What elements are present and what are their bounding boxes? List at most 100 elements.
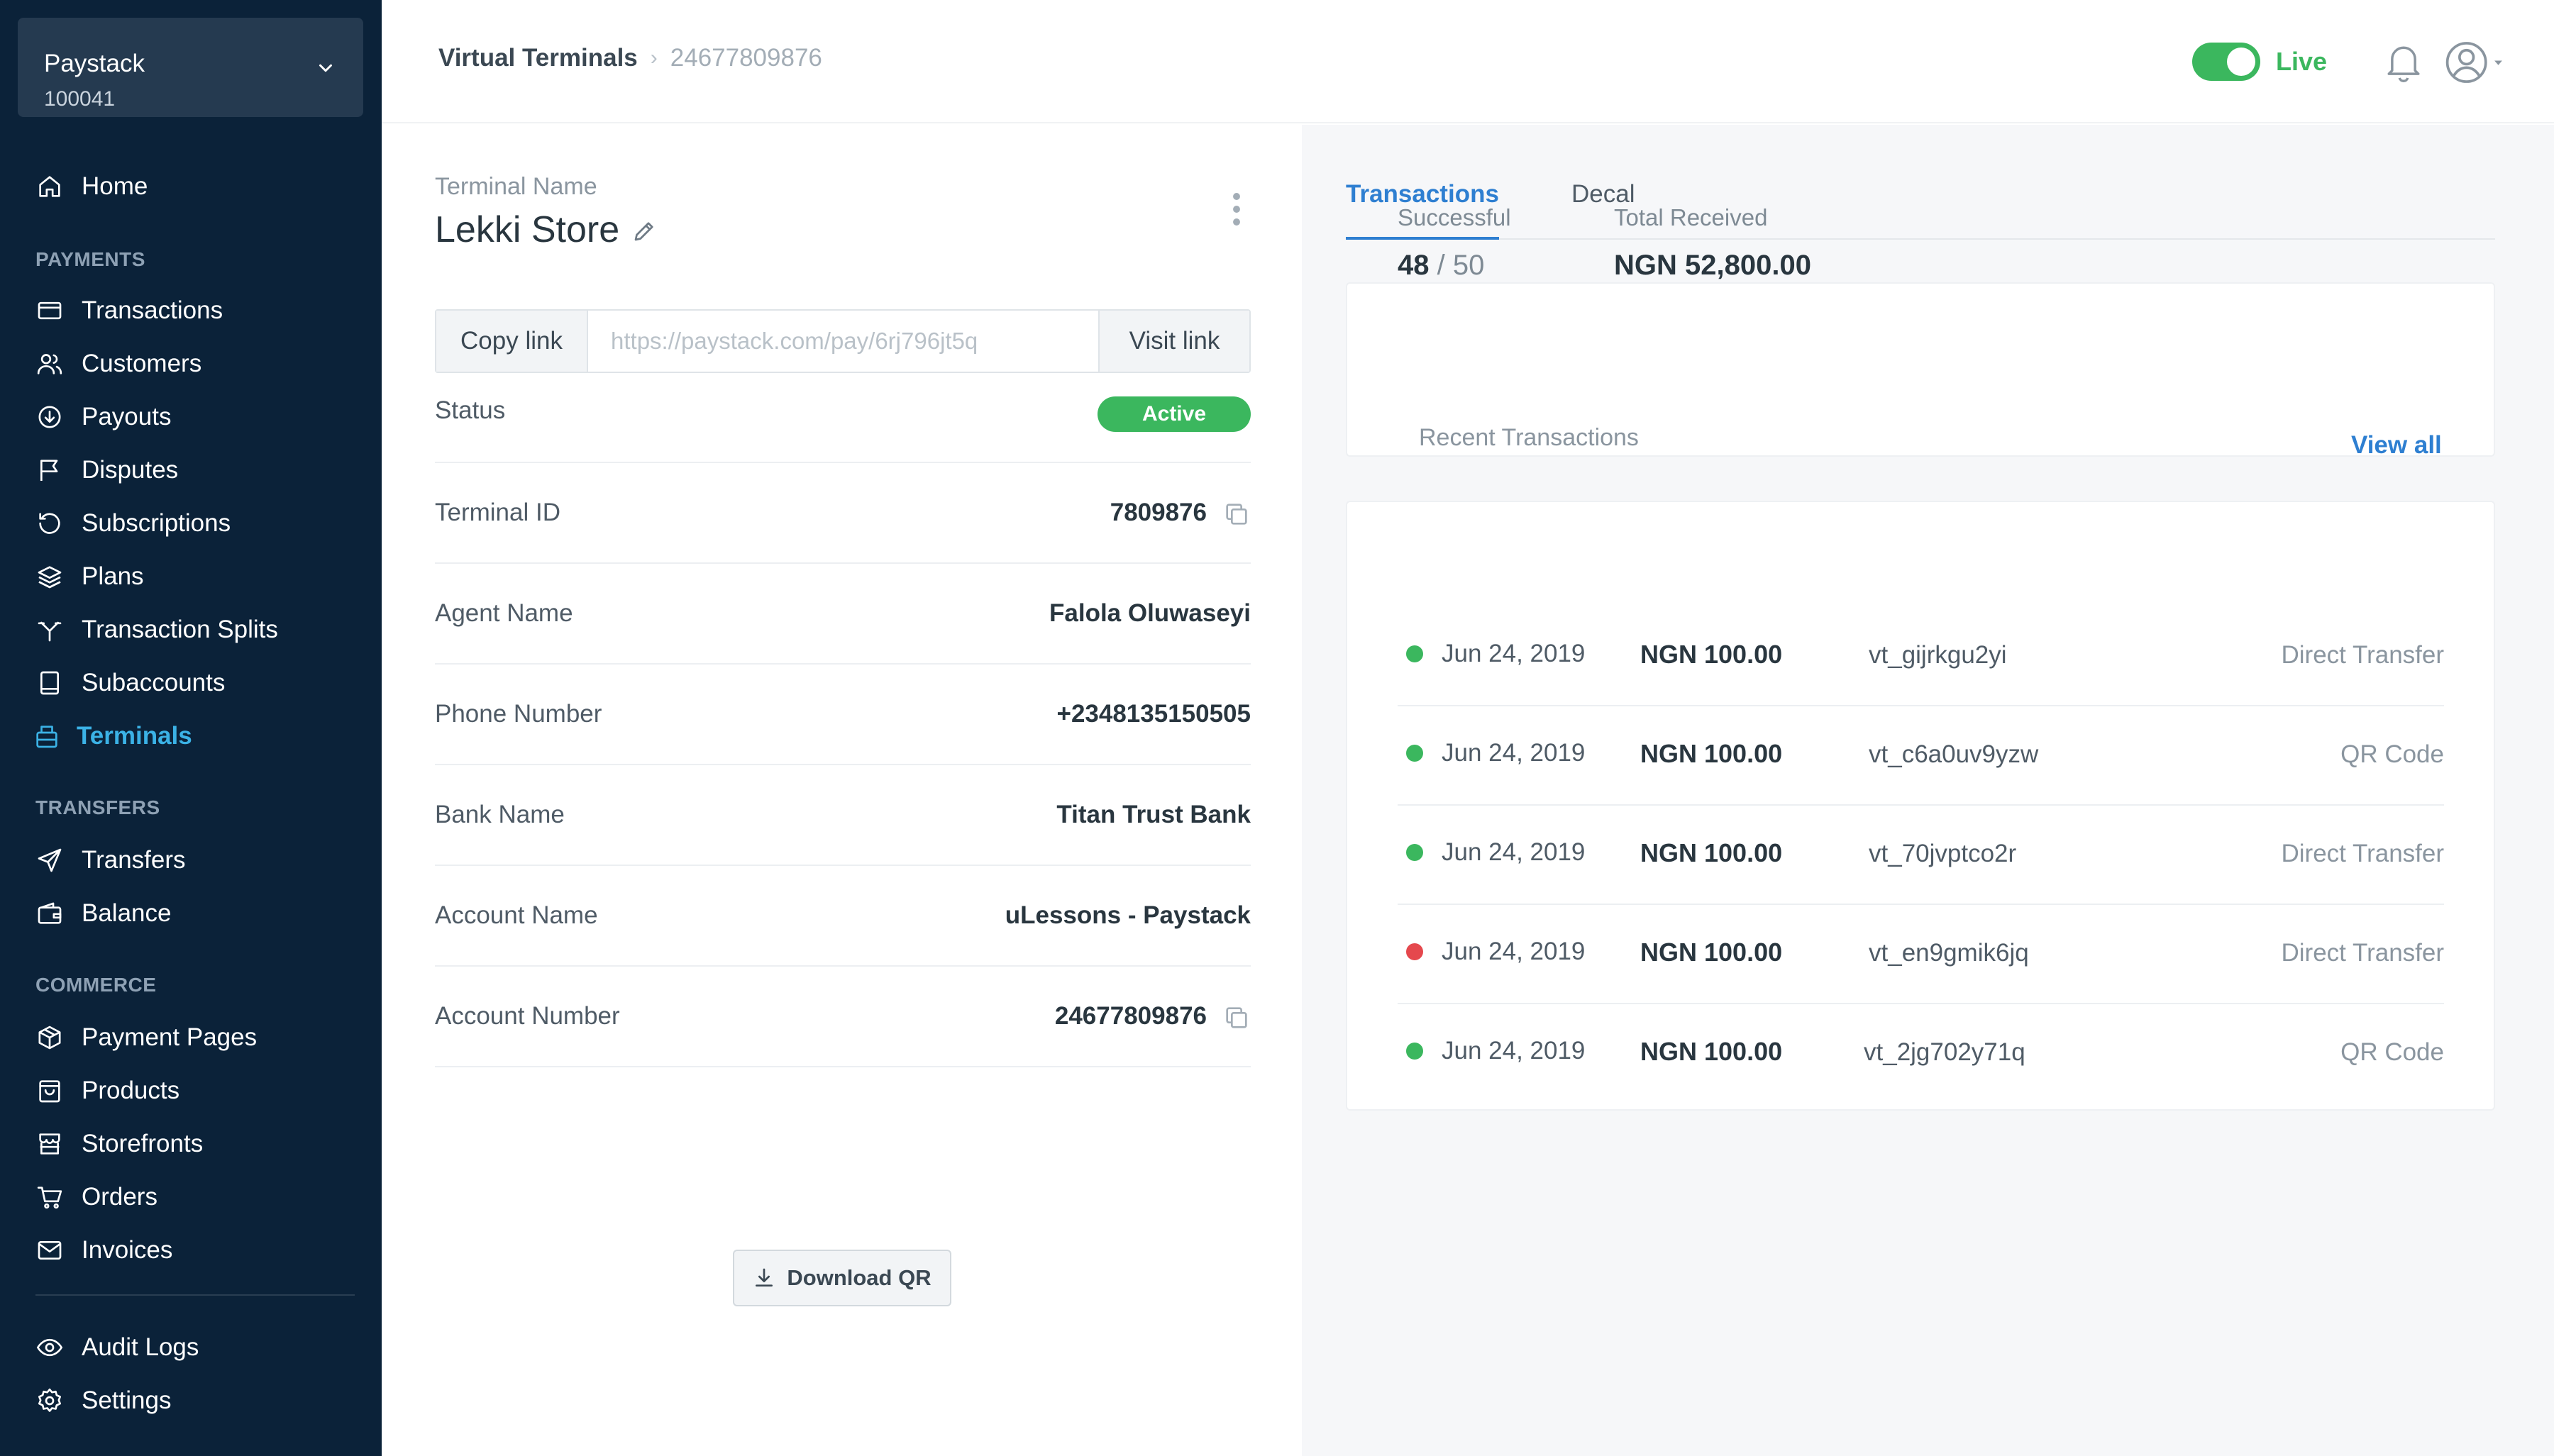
chevron-down-icon	[319, 64, 332, 72]
payment-link-input[interactable]	[588, 311, 1098, 372]
visit-link-button[interactable]: Visit link	[1098, 311, 1249, 372]
sidebar-item-storefronts[interactable]: Storefronts	[35, 1124, 362, 1164]
recent-transactions-title: Recent Transactions	[1419, 424, 1639, 451]
sidebar-item-invoices[interactable]: Invoices	[35, 1230, 362, 1270]
store-icon	[39, 1133, 60, 1155]
transaction-reference: vt_c6a0uv9yzw	[1869, 740, 2039, 768]
bell-icon[interactable]	[2384, 41, 2423, 84]
toggle-knob	[2227, 48, 2255, 76]
shopping-bag-icon	[39, 1080, 60, 1103]
transaction-channel: Direct Transfer	[2281, 840, 2445, 867]
transaction-channel: QR Code	[2340, 1038, 2444, 1066]
sidebar-item-label: Subscriptions	[82, 509, 231, 537]
sidebar-item-balance[interactable]: Balance	[35, 894, 362, 933]
bank-name-value: Titan Trust Bank	[1056, 801, 1251, 828]
transaction-reference: vt_2jg702y71q	[1864, 1038, 2025, 1066]
sidebar-item-label: Plans	[82, 562, 144, 590]
account-number-row: Account Number 24677809876	[435, 967, 1251, 1067]
transaction-row[interactable]: Jun 24, 2019 NGN 100.00 vt_c6a0uv9yzw QR…	[1398, 706, 2444, 806]
account-name-row: Account Name uLessons - Paystack	[435, 866, 1251, 967]
credit-card-icon	[38, 301, 62, 320]
status-label: Status	[435, 396, 506, 424]
breadcrumb-current: 24677809876	[670, 44, 822, 72]
copy-icon[interactable]	[1222, 1004, 1251, 1032]
sidebar-item-plans[interactable]: Plans	[35, 557, 362, 596]
copy-link-button[interactable]: Copy link	[436, 311, 588, 372]
transaction-channel: QR Code	[2340, 740, 2444, 768]
sidebar-item-label: Subaccounts	[82, 669, 226, 696]
sidebar-item-payment-pages[interactable]: Payment Pages	[35, 1018, 362, 1057]
agent-name-label: Agent Name	[435, 599, 573, 627]
status-dot	[1406, 745, 1423, 762]
sidebar-item-home[interactable]: Home	[35, 167, 362, 206]
transaction-date: Jun 24, 2019	[1442, 1037, 1586, 1065]
users-icon	[37, 354, 62, 374]
payment-link-bar: Copy link Visit link	[435, 309, 1251, 373]
sidebar-item-transactions[interactable]: Transactions	[35, 291, 362, 330]
sidebar-item-subscriptions[interactable]: Subscriptions	[35, 504, 362, 543]
sidebar-item-label: Transactions	[82, 296, 223, 324]
sidebar-item-customers[interactable]: Customers	[35, 344, 362, 384]
active-tab-indicator	[1346, 237, 1499, 240]
transaction-row[interactable]: Jun 24, 2019 NGN 100.00 vt_gijrkgu2yi Di…	[1398, 607, 2444, 706]
account-menu-icon[interactable]	[2443, 40, 2507, 85]
transaction-row[interactable]: Jun 24, 2019 NGN 100.00 vt_en9gmik6jq Di…	[1398, 905, 2444, 1004]
live-mode-toggle[interactable]	[2192, 43, 2260, 81]
sidebar-item-transaction-splits[interactable]: Transaction Splits	[35, 610, 362, 650]
transaction-reference: vt_70jvptco2r	[1869, 840, 2017, 867]
agent-name-row: Agent Name Falola Oluwaseyi	[435, 564, 1251, 665]
status-dot	[1406, 1043, 1423, 1060]
terminal-id-value: 7809876	[1110, 499, 1207, 526]
business-id: 100041	[44, 87, 116, 111]
download-qr-label: Download QR	[787, 1265, 932, 1290]
tab-bar: Transactions Decal	[1346, 125, 2495, 240]
copy-icon[interactable]	[1222, 500, 1251, 528]
sidebar-item-products[interactable]: Products	[35, 1071, 362, 1111]
more-options-icon[interactable]	[1229, 190, 1244, 228]
transaction-row[interactable]: Jun 24, 2019 NGN 100.00 vt_2jg702y71q QR…	[1398, 1004, 2444, 1104]
sidebar-item-label: Terminals	[77, 722, 192, 750]
terminal-name: Lekki Store	[435, 209, 620, 250]
sidebar-item-orders[interactable]: Orders	[35, 1177, 362, 1217]
download-icon	[756, 1268, 773, 1286]
section-payments: PAYMENTS	[35, 248, 145, 270]
count-separator: /	[1437, 250, 1445, 281]
mail-icon	[38, 1241, 62, 1260]
transaction-reference: vt_gijrkgu2yi	[1869, 641, 2007, 669]
refresh-icon	[39, 513, 60, 534]
sidebar-item-settings[interactable]: Settings	[35, 1381, 362, 1421]
sidebar-item-audit-logs[interactable]: Audit Logs	[35, 1328, 362, 1367]
transaction-amount: NGN 100.00	[1640, 739, 1783, 768]
sidebar-item-label: Payouts	[82, 403, 172, 430]
view-all-link[interactable]: View all	[2351, 431, 2442, 460]
sidebar-item-subaccounts[interactable]: Subaccounts	[35, 663, 362, 703]
transaction-amount: NGN 100.00	[1640, 938, 1783, 967]
sidebar-item-payouts[interactable]: Payouts	[35, 397, 362, 437]
sidebar: Paystack 100041 Home PAYMENTS Transactio…	[0, 0, 382, 1456]
download-qr-button[interactable]: Download QR	[733, 1250, 951, 1306]
tablet-icon	[40, 671, 59, 695]
transaction-row[interactable]: Jun 24, 2019 NGN 100.00 vt_70jvptco2r Di…	[1398, 806, 2444, 905]
sidebar-item-label: Home	[82, 172, 148, 200]
eye-icon	[36, 1338, 63, 1357]
sidebar-item-label: Payment Pages	[82, 1023, 258, 1051]
sidebar-item-label: Storefronts	[82, 1130, 204, 1157]
sidebar-divider	[35, 1294, 355, 1296]
business-switcher[interactable]: Paystack 100041	[18, 18, 363, 117]
phone-number-value: +2348135150505	[1056, 700, 1251, 728]
account-name-value: uLessons - Paystack	[1005, 901, 1251, 929]
successful-value: 48	[1398, 250, 1430, 281]
total-count: 50	[1452, 250, 1485, 281]
cart-icon	[37, 1187, 62, 1209]
terminal-icon	[36, 726, 57, 748]
sidebar-item-transfers[interactable]: Transfers	[35, 840, 362, 880]
account-name-label: Account Name	[435, 901, 598, 929]
terminal-id-label: Terminal ID	[435, 499, 560, 526]
section-commerce: COMMERCE	[35, 974, 157, 996]
bank-name-label: Bank Name	[435, 801, 565, 828]
breadcrumb-virtual-terminals[interactable]: Virtual Terminals	[438, 44, 638, 72]
sidebar-item-terminals[interactable]: Terminals	[33, 716, 359, 756]
sidebar-item-disputes[interactable]: Disputes	[35, 450, 362, 490]
status-dot	[1406, 844, 1423, 861]
pencil-icon[interactable]	[631, 218, 657, 244]
